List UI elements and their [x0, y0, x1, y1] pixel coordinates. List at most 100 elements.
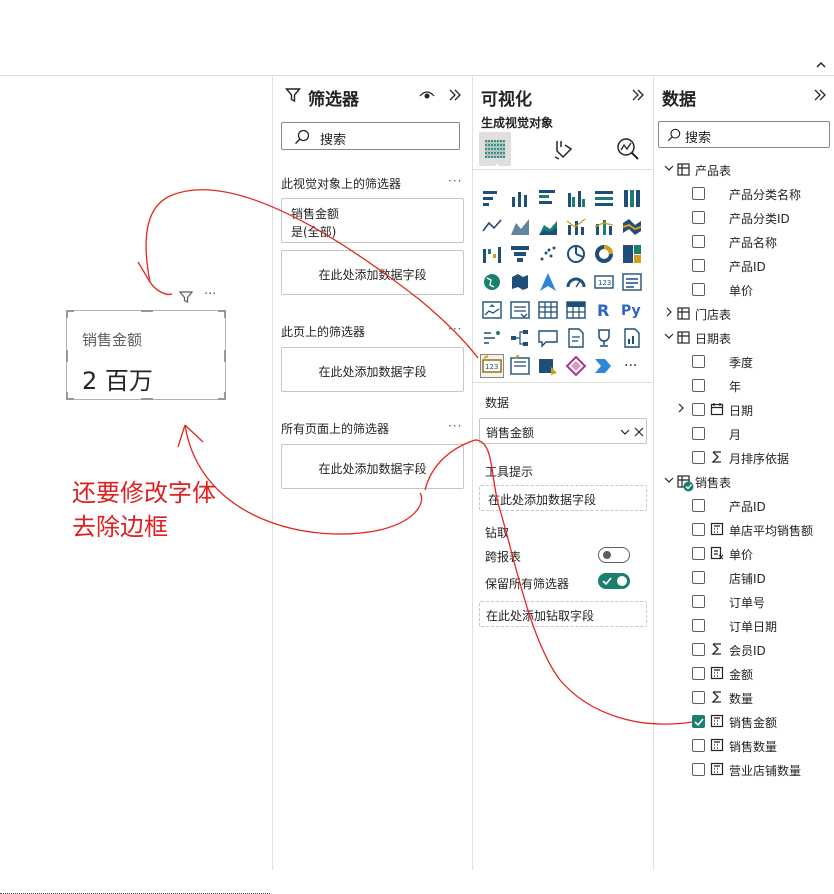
more-options-icon[interactable]: ···: [204, 287, 216, 302]
python-visual-icon[interactable]: Py: [621, 299, 643, 321]
line-stacked-column-icon[interactable]: [593, 215, 615, 237]
chevron-down-icon[interactable]: [664, 163, 674, 173]
collapse-icon[interactable]: [812, 88, 828, 102]
field-checkbox[interactable]: [692, 187, 705, 200]
format-visual-icon[interactable]: [551, 137, 575, 161]
stacked-bar-chart-icon[interactable]: [481, 187, 503, 209]
field-checkbox[interactable]: [692, 571, 705, 584]
resize-handle[interactable]: [224, 392, 226, 400]
field-item[interactable]: 月: [654, 424, 834, 444]
more-options-icon[interactable]: ···: [448, 174, 462, 188]
multi-row-card-icon[interactable]: [621, 271, 643, 293]
ribbon-chart-icon[interactable]: [621, 215, 643, 237]
field-checkbox[interactable]: [692, 763, 705, 776]
field-item[interactable]: 季度: [654, 352, 834, 372]
power-automate-icon[interactable]: [593, 355, 615, 377]
field-item[interactable]: 单价: [654, 280, 834, 300]
slicer-icon[interactable]: [509, 299, 531, 321]
table-node[interactable]: 产品表: [654, 160, 834, 180]
collapse-icon[interactable]: [630, 88, 646, 102]
field-checkbox[interactable]: [692, 451, 705, 464]
report-canvas[interactable]: [0, 77, 272, 894]
100-stacked-bar-chart-icon[interactable]: [593, 187, 615, 209]
field-item[interactable]: 年: [654, 376, 834, 396]
table-node[interactable]: 日期表: [654, 328, 834, 348]
chevron-down-icon[interactable]: [620, 427, 630, 437]
field-item[interactable]: 订单日期: [654, 616, 834, 636]
field-item[interactable]: 产品分类ID: [654, 208, 834, 228]
field-checkbox[interactable]: [692, 211, 705, 224]
field-item[interactable]: 产品名称: [654, 232, 834, 252]
azure-map-icon[interactable]: [537, 271, 559, 293]
data-search-input[interactable]: 搜索: [658, 121, 830, 148]
power-apps-icon[interactable]: [537, 355, 559, 377]
kpi-icon[interactable]: [481, 299, 503, 321]
build-visual-tab[interactable]: [479, 132, 511, 166]
resize-handle[interactable]: [224, 310, 226, 318]
field-item[interactable]: 订单号: [654, 592, 834, 612]
chevron-down-icon[interactable]: [664, 331, 674, 341]
field-checkbox[interactable]: [692, 643, 705, 656]
qa-icon[interactable]: [537, 327, 559, 349]
field-item[interactable]: 销售金额: [654, 712, 834, 732]
filter-icon[interactable]: [178, 289, 194, 305]
clustered-bar-chart-icon[interactable]: [537, 187, 559, 209]
add-field-well[interactable]: 在此处添加数据字段: [281, 250, 464, 295]
field-item[interactable]: 日期: [654, 400, 834, 420]
more-visuals-icon[interactable]: ···: [621, 355, 643, 377]
metrics-icon[interactable]: [593, 327, 615, 349]
resize-handle[interactable]: [141, 398, 153, 400]
table-icon[interactable]: [537, 299, 559, 321]
waterfall-chart-icon[interactable]: [481, 243, 503, 265]
chevron-right-icon[interactable]: [664, 307, 674, 317]
narrative-icon[interactable]: [565, 327, 587, 349]
field-checkbox[interactable]: [692, 403, 705, 416]
power-automate-slicer-icon[interactable]: [509, 355, 531, 377]
card-icon[interactable]: 123: [593, 271, 615, 293]
resize-handle[interactable]: [66, 310, 68, 318]
resize-handle[interactable]: [224, 350, 226, 362]
chevron-right-icon[interactable]: [676, 403, 686, 413]
decomposition-tree-icon[interactable]: [509, 327, 531, 349]
eye-icon[interactable]: [418, 88, 436, 102]
filter-card[interactable]: 销售金额 是(全部): [281, 198, 464, 243]
table-node[interactable]: 门店表: [654, 304, 834, 324]
add-field-well[interactable]: 在此处添加数据字段: [281, 347, 464, 392]
scatter-chart-icon[interactable]: [537, 243, 559, 265]
field-item[interactable]: 月排序依据: [654, 448, 834, 468]
paginated-report-icon[interactable]: [621, 327, 643, 349]
line-chart-icon[interactable]: [481, 215, 503, 237]
field-item[interactable]: 单价: [654, 544, 834, 564]
stacked-area-chart-icon[interactable]: [537, 215, 559, 237]
field-item[interactable]: 数量: [654, 688, 834, 708]
treemap-icon[interactable]: [621, 243, 643, 265]
field-checkbox[interactable]: [692, 715, 705, 728]
keep-filters-toggle[interactable]: [598, 573, 630, 589]
analytics-icon[interactable]: [616, 137, 640, 161]
tooltips-well[interactable]: 在此处添加数据字段: [479, 485, 647, 511]
donut-chart-icon[interactable]: [593, 243, 615, 265]
filled-map-icon[interactable]: [509, 271, 531, 293]
field-checkbox[interactable]: [692, 547, 705, 560]
table-node[interactable]: 销售表: [654, 472, 834, 492]
field-checkbox[interactable]: [692, 523, 705, 536]
add-field-well[interactable]: 在此处添加数据字段: [281, 444, 464, 489]
100-stacked-column-chart-icon[interactable]: [621, 187, 643, 209]
resize-handle[interactable]: [66, 350, 68, 362]
r-visual-icon[interactable]: R: [593, 299, 615, 321]
field-checkbox[interactable]: [692, 691, 705, 704]
key-influencers-icon[interactable]: [481, 327, 503, 349]
resize-handle[interactable]: [66, 392, 68, 400]
matrix-icon[interactable]: [565, 299, 587, 321]
map-icon[interactable]: [481, 271, 503, 293]
gauge-icon[interactable]: [565, 271, 587, 293]
field-checkbox[interactable]: [692, 739, 705, 752]
field-item[interactable]: 产品ID: [654, 256, 834, 276]
resize-handle[interactable]: [141, 310, 153, 312]
field-checkbox[interactable]: [692, 619, 705, 632]
close-icon[interactable]: [634, 427, 644, 437]
card-visual[interactable]: 销售金额 2 百万: [66, 310, 226, 400]
field-checkbox[interactable]: [692, 379, 705, 392]
field-checkbox[interactable]: [692, 235, 705, 248]
field-item[interactable]: 单店平均销售额: [654, 520, 834, 540]
